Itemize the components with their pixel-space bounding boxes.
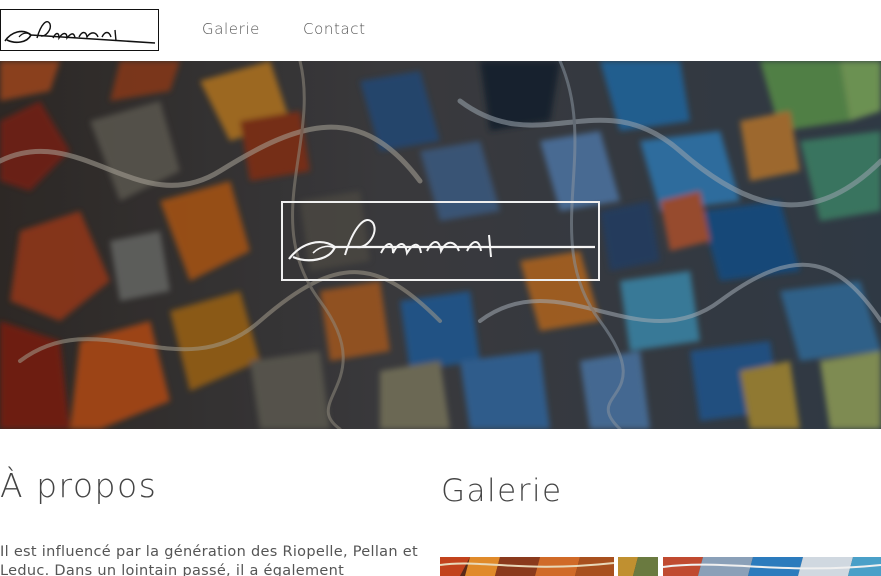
signature-logo-icon: [288, 219, 595, 262]
gallery-title: Galerie: [441, 473, 563, 509]
about-title: À propos: [0, 466, 158, 505]
site-logo[interactable]: [0, 9, 159, 51]
nav-galerie[interactable]: Galerie: [202, 20, 303, 38]
painting-thumbnail-mixed-icon: [618, 557, 658, 576]
nav-contact[interactable]: Contact: [303, 20, 366, 38]
site-header: Galerie Contact: [0, 0, 881, 61]
hero-banner: [0, 61, 881, 429]
gallery-thumbnail[interactable]: [663, 557, 881, 576]
painting-thumbnail-warm-icon: [440, 557, 614, 576]
main-nav: Galerie Contact: [202, 20, 366, 38]
about-text: Il est influencé par la génération des R…: [0, 544, 418, 576]
gallery-thumbnail[interactable]: [618, 557, 658, 576]
painting-thumbnail-cool-icon: [663, 557, 881, 576]
signature-logo-icon: [4, 21, 156, 44]
hero-logo: [281, 201, 600, 281]
gallery-thumbnails: [440, 557, 881, 576]
gallery-thumbnail[interactable]: [440, 557, 614, 576]
